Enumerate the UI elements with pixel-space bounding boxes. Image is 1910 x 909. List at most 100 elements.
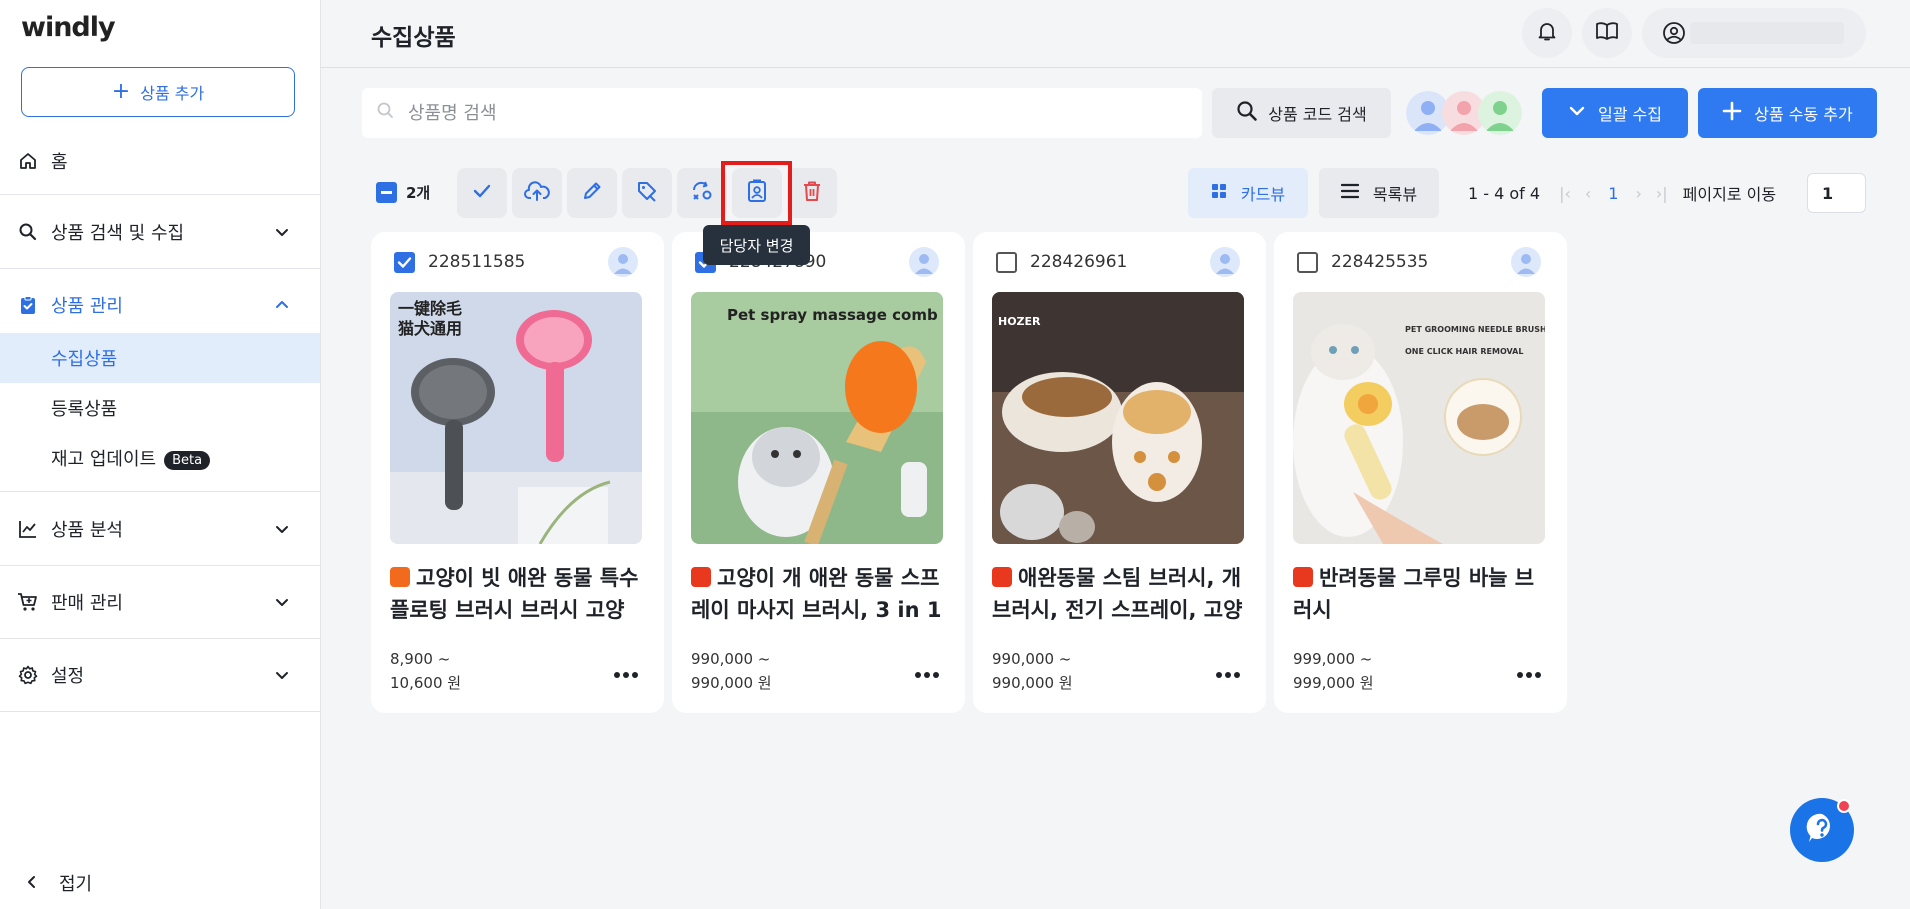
product-title[interactable]: 고양이 개 애완 동물 스프레이 마사지 브러시, 3 in 1 전기 xyxy=(691,562,943,626)
aliexpress-icon xyxy=(992,567,1012,587)
bulk-collect-button[interactable]: 일괄 수집 xyxy=(1542,88,1688,138)
nav-sales[interactable]: 판매 관리 xyxy=(0,590,320,614)
price-max: 10,600 원 xyxy=(390,674,462,692)
product-title[interactable]: 반려동물 그루밍 바늘 브러시 xyxy=(1293,562,1545,626)
more-options-icon[interactable] xyxy=(914,664,940,683)
prev-page-icon[interactable]: ‹ xyxy=(1585,184,1591,203)
nav-search-collect[interactable]: 상품 검색 및 수집 xyxy=(0,220,320,244)
price-max: 990,000 원 xyxy=(992,674,1073,692)
sidebar-item-collected[interactable]: 수집상품 xyxy=(0,333,320,383)
chevron-down-icon xyxy=(272,592,292,612)
delete-button[interactable] xyxy=(787,168,837,218)
product-image[interactable]: 一键除毛 猫犬通用 xyxy=(390,292,642,544)
price-min: 990,000 ~ xyxy=(691,650,771,668)
edit-button[interactable] xyxy=(567,168,617,218)
product-image[interactable]: Pet spray massage comb xyxy=(691,292,943,544)
product-search-box xyxy=(362,88,1202,138)
product-search-input[interactable] xyxy=(408,102,1168,124)
nav-home-label: 홈 xyxy=(51,152,68,173)
card-view-button[interactable]: 카드뷰 xyxy=(1188,168,1308,218)
product-price: 990,000 ~ 990,000 원 xyxy=(691,647,772,695)
highlight-box xyxy=(721,161,792,225)
guide-button[interactable] xyxy=(1582,8,1632,58)
nav-product-mgmt[interactable]: 상품 관리 xyxy=(0,293,320,317)
product-card[interactable]: 228511585 一键除毛 猫犬通用 고양이 빗 애완 동물 특수 플로팅 브… xyxy=(371,232,664,713)
card-view-label: 카드뷰 xyxy=(1240,185,1286,204)
list-view-button[interactable]: 목록뷰 xyxy=(1319,168,1439,218)
chevron-down-icon xyxy=(1568,102,1586,124)
sidebar-item-stock-update[interactable]: 재고 업데이트 Beta xyxy=(0,433,320,483)
collapse-button[interactable]: 접기 xyxy=(25,870,92,896)
price-min: 8,900 ~ xyxy=(390,650,451,668)
header-divider xyxy=(321,67,1910,68)
confirm-button[interactable] xyxy=(457,168,507,218)
select-all-checkbox[interactable] xyxy=(376,182,397,203)
sidebar-item-registered[interactable]: 등록상품 xyxy=(0,383,320,433)
product-card[interactable]: 228426961 HOZER 애완동물 스팀 브러시, 개 브러시, 전기 스… xyxy=(973,232,1266,713)
product-code: 228425535 xyxy=(1331,252,1429,272)
more-options-icon[interactable] xyxy=(1516,664,1542,683)
code-search-button[interactable]: 상품 코드 검색 xyxy=(1212,88,1391,138)
product-price: 990,000 ~ 990,000 원 xyxy=(992,647,1073,695)
chevron-down-icon xyxy=(272,665,292,685)
current-page[interactable]: 1 xyxy=(1608,184,1618,203)
search-icon xyxy=(1236,100,1258,126)
product-card[interactable]: 228427890 Pet spray massage comb 고양이 개 애… xyxy=(672,232,965,713)
product-checkbox[interactable] xyxy=(996,252,1017,273)
notification-button[interactable] xyxy=(1522,8,1572,58)
product-title-text: 고양이 개 애완 동물 스프레이 마사지 브러시, 3 in 1 전기 xyxy=(691,566,942,622)
owner-avatar[interactable] xyxy=(1511,247,1541,277)
more-options-icon[interactable] xyxy=(1215,664,1241,683)
notification-dot xyxy=(1837,799,1851,813)
product-title[interactable]: 고양이 빗 애완 동물 특수 플로팅 브러시 브러시 고양이 털 제거 xyxy=(390,562,642,626)
first-page-icon[interactable]: |‹ xyxy=(1559,184,1571,203)
logo[interactable]: windly xyxy=(21,12,116,43)
taobao-icon xyxy=(390,567,410,587)
more-options-icon[interactable] xyxy=(613,664,639,683)
pencil-icon xyxy=(581,180,603,206)
add-product-button[interactable]: + 상품 추가 xyxy=(21,67,295,117)
grid-icon xyxy=(1211,183,1227,203)
product-checkbox[interactable] xyxy=(394,252,415,273)
goto-page-input[interactable]: 1 xyxy=(1807,173,1866,213)
upload-button[interactable] xyxy=(512,168,562,218)
product-card[interactable]: 228425535 PET GROOMING NEEDLE BRUSH ONE … xyxy=(1274,232,1567,713)
owner-avatar[interactable] xyxy=(1210,247,1240,277)
nav-settings[interactable]: 설정 xyxy=(0,663,320,687)
gear-icon xyxy=(17,664,39,686)
book-icon xyxy=(1595,20,1619,46)
tag-edit-button[interactable] xyxy=(622,168,672,218)
image-text: Pet spray massage comb xyxy=(727,306,938,324)
nav-analysis[interactable]: 상품 분석 xyxy=(0,517,320,541)
home-icon xyxy=(17,150,39,172)
product-title[interactable]: 애완동물 스팀 브러시, 개 브러시, 전기 스프레이, 고양이 빗 xyxy=(992,562,1244,626)
last-page-icon[interactable]: ›| xyxy=(1656,184,1668,203)
user-circle-icon xyxy=(1662,21,1686,49)
bell-icon xyxy=(1536,20,1558,46)
clipboard-check-icon xyxy=(17,294,39,316)
owner-avatar[interactable] xyxy=(909,247,939,277)
image-text-line1: 一键除毛 xyxy=(398,299,462,318)
next-page-icon[interactable]: › xyxy=(1635,184,1641,203)
product-code: 228426961 xyxy=(1030,252,1128,272)
owner-avatar[interactable] xyxy=(608,247,638,277)
help-button[interactable] xyxy=(1790,798,1854,862)
divider xyxy=(0,711,320,712)
manual-add-button[interactable]: 상품 수동 추가 xyxy=(1698,88,1877,138)
sync-button[interactable] xyxy=(677,168,727,218)
tag-icon xyxy=(636,180,658,206)
product-image[interactable]: HOZER xyxy=(992,292,1244,544)
beta-badge: Beta xyxy=(164,450,211,470)
product-title-text: 반려동물 그루밍 바늘 브러시 xyxy=(1293,566,1535,622)
product-image[interactable]: PET GROOMING NEEDLE BRUSH ONE CLICK HAIR… xyxy=(1293,292,1545,544)
profile-button[interactable] xyxy=(1642,8,1866,58)
pagination: 1 - 4 of 4 |‹ ‹ 1 › ›| 페이지로 이동 xyxy=(1468,181,1776,205)
list-view-label: 목록뷰 xyxy=(1372,185,1418,204)
product-code: 228511585 xyxy=(428,252,526,272)
trash-icon xyxy=(802,180,822,206)
product-checkbox[interactable] xyxy=(1297,252,1318,273)
aliexpress-icon xyxy=(1293,567,1313,587)
product-title-text: 고양이 빗 애완 동물 특수 플로팅 브러시 브러시 고양이 털 제거 xyxy=(390,566,639,622)
plus-icon xyxy=(1722,101,1742,125)
nav-home[interactable]: 홈 xyxy=(0,149,320,173)
